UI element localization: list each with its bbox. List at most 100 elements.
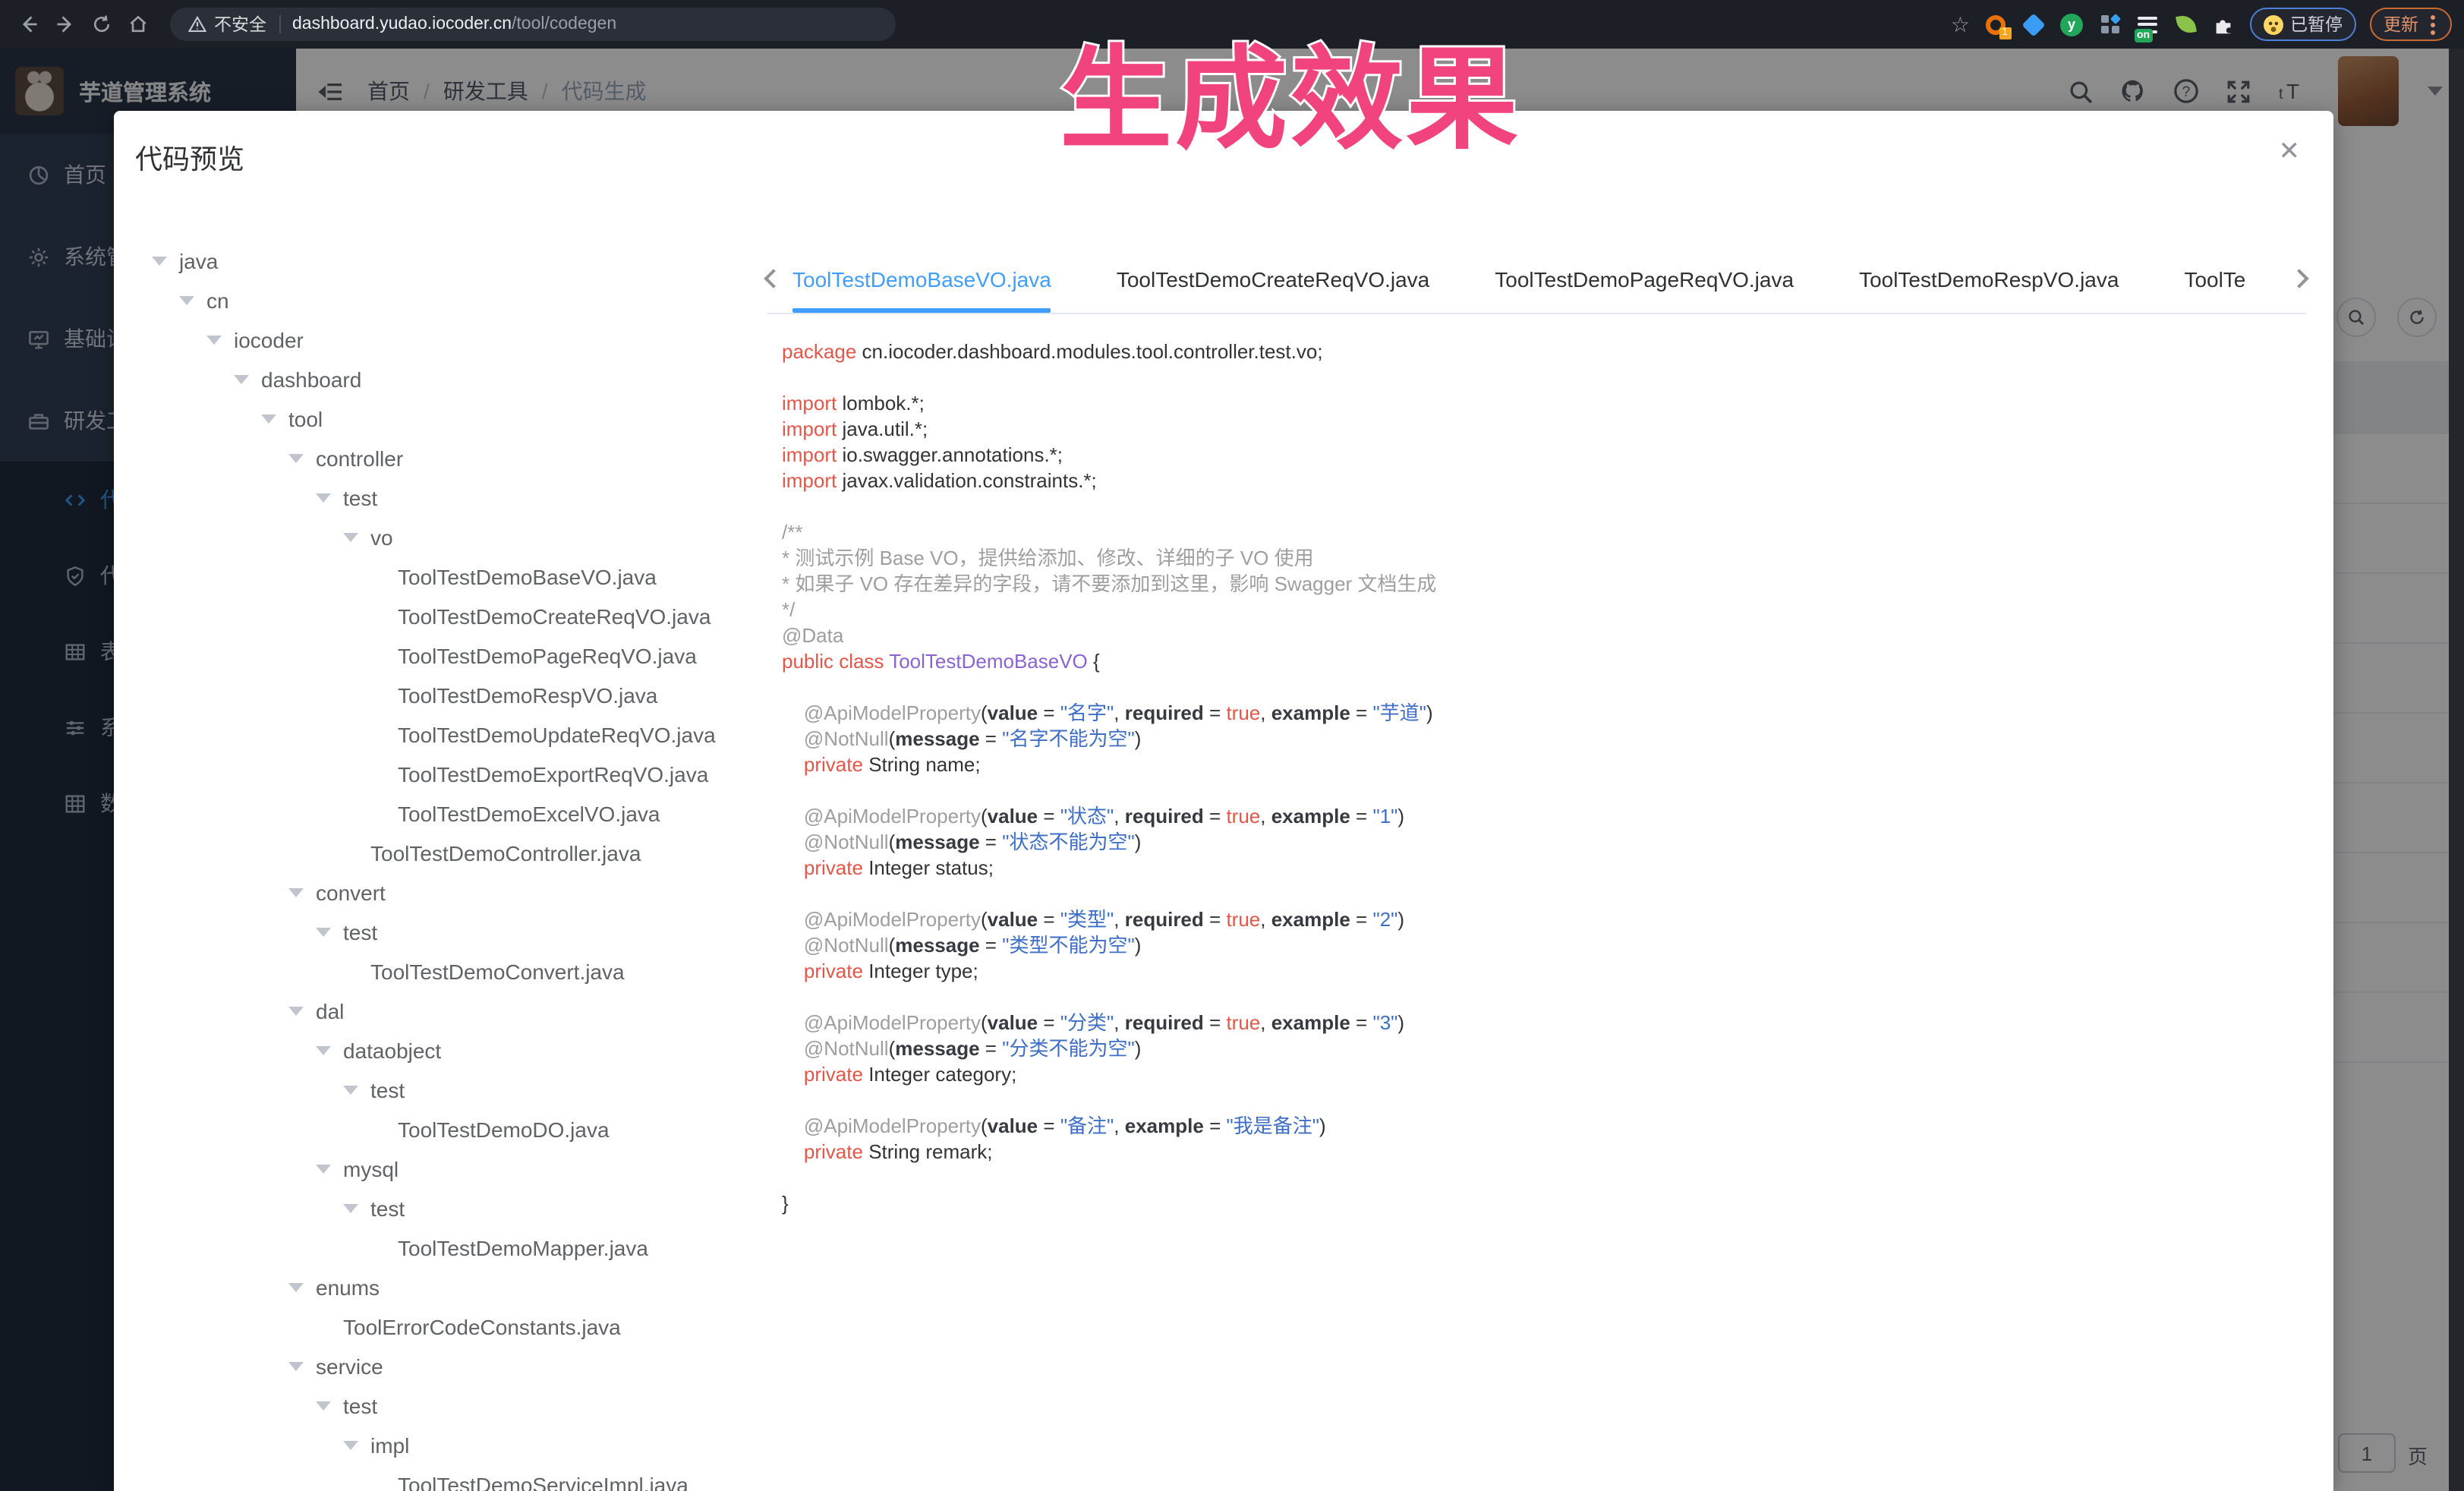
tree-file-ToolTestDemoUpdateReqVO.java[interactable]: ToolTestDemoUpdateReqVO.java: [152, 715, 744, 755]
dialog-title: 代码预览: [135, 138, 244, 178]
tree-expand-caret-icon[interactable]: [316, 1401, 331, 1411]
paused-badge[interactable]: 已暂停: [2249, 8, 2356, 41]
extension-icon-grid[interactable]: [2097, 12, 2122, 36]
tree-expand-caret-icon[interactable]: [316, 1046, 331, 1055]
tree-folder-dataobject[interactable]: dataobject: [152, 1031, 744, 1070]
extension-icon-orange[interactable]: 1: [1983, 12, 2008, 36]
tree-expand-caret-icon[interactable]: [316, 1165, 331, 1174]
extension-icon-tampermonkey[interactable]: on: [2135, 12, 2160, 36]
tab-ToolTestDemoRespVO.java[interactable]: ToolTestDemoRespVO.java: [1859, 244, 2119, 313]
tree-folder-tool[interactable]: tool: [152, 399, 744, 439]
browser-forward-button[interactable]: [49, 8, 82, 41]
dialog-close-icon[interactable]: ✕: [2279, 138, 2301, 164]
code-line: @ApiModelProperty(value = "分类", required…: [782, 1010, 2288, 1036]
tree-node-label: ToolTestDemoCreateReqVO.java: [398, 604, 711, 629]
tree-folder-test[interactable]: test: [152, 478, 744, 518]
tree-node-label: dashboard: [261, 367, 361, 392]
tab-ToolTestDemoCreateReqVO.java[interactable]: ToolTestDemoCreateReqVO.java: [1117, 244, 1429, 313]
tree-folder-test[interactable]: test: [152, 1386, 744, 1426]
tree-folder-cn[interactable]: cn: [152, 281, 744, 320]
tree-file-ToolTestDemoMapper.java[interactable]: ToolTestDemoMapper.java: [152, 1228, 744, 1268]
code-viewer[interactable]: package cn.iocoder.dashboard.modules.too…: [782, 339, 2288, 1491]
tree-expand-caret-icon[interactable]: [288, 888, 304, 897]
tree-file-ToolTestDemoRespVO.java[interactable]: ToolTestDemoRespVO.java: [152, 676, 744, 715]
tree-folder-iocoder[interactable]: iocoder: [152, 320, 744, 360]
tabs-scroll-left-icon[interactable]: [764, 269, 783, 288]
tree-expand-caret-icon[interactable]: [316, 493, 331, 503]
code-line: * 测试示例 Base VO，提供给添加、修改、详细的子 VO 使用: [782, 545, 2288, 571]
tree-expand-caret-icon[interactable]: [234, 375, 249, 384]
tree-folder-test[interactable]: test: [152, 1070, 744, 1110]
tree-file-ToolTestDemoBaseVO.java[interactable]: ToolTestDemoBaseVO.java: [152, 557, 744, 597]
tree-expand-caret-icon[interactable]: [179, 296, 194, 305]
tree-file-ToolTestDemoServiceImpl.java[interactable]: ToolTestDemoServiceImpl.java: [152, 1465, 744, 1491]
tree-file-ToolTestDemoDO.java[interactable]: ToolTestDemoDO.java: [152, 1110, 744, 1149]
url-path: /tool/codegen: [512, 15, 616, 33]
code-preview-dialog: 代码预览 ✕ javacniocoder dashboard toolcontrol…: [114, 111, 2333, 1491]
tree-folder-impl[interactable]: impl: [152, 1426, 744, 1465]
tabs-scroll-right-icon[interactable]: [2289, 269, 2308, 288]
tree-folder-controller[interactable]: controller: [152, 439, 744, 478]
tree-expand-caret-icon[interactable]: [343, 1204, 358, 1213]
tree-node-label: ToolTestDemoExportReqVO.java: [398, 762, 708, 786]
bookmark-star-icon[interactable]: ☆: [1951, 14, 1970, 35]
tree-expand-caret-icon[interactable]: [316, 928, 331, 937]
tree-folder-convert[interactable]: convert: [152, 873, 744, 913]
extension-icon-gem[interactable]: [2021, 12, 2046, 36]
browser-home-button[interactable]: [121, 8, 155, 41]
tab-ToolTe[interactable]: ToolTe: [2184, 244, 2245, 313]
tree-file-ToolTestDemoExcelVO.java[interactable]: ToolTestDemoExcelVO.java: [152, 794, 744, 834]
code-line: private Integer status;: [782, 855, 2288, 881]
tree-folder-mysql[interactable]: mysql: [152, 1149, 744, 1189]
code-line: import java.util.*;: [782, 416, 2288, 442]
tree-file-ToolTestDemoConvert.java[interactable]: ToolTestDemoConvert.java: [152, 952, 744, 991]
tree-file-ToolTestDemoExportReqVO.java[interactable]: ToolTestDemoExportReqVO.java: [152, 755, 744, 794]
tree-folder-dal[interactable]: dal: [152, 991, 744, 1031]
tree-expand-caret-icon[interactable]: [288, 1362, 304, 1371]
tree-expand-caret-icon[interactable]: [206, 336, 222, 345]
tree-expand-caret-icon[interactable]: [288, 1007, 304, 1016]
extension-icon-leaf[interactable]: [2173, 12, 2198, 36]
code-line: @NotNull(message = "名字不能为空"): [782, 726, 2288, 752]
tree-folder-test[interactable]: test: [152, 1189, 744, 1228]
tree-expand-caret-icon[interactable]: [343, 533, 358, 542]
browser-back-button[interactable]: [12, 8, 46, 41]
tree-folder-dashboard[interactable]: dashboard: [152, 360, 744, 399]
code-line: [782, 493, 2288, 519]
tree-folder-test[interactable]: test: [152, 913, 744, 952]
browser-update-button[interactable]: 更新: [2370, 8, 2452, 41]
address-bar[interactable]: 不安全 dashboard.yudao.iocoder.cn/tool/code…: [170, 8, 896, 41]
code-line: private String remark;: [782, 1139, 2288, 1165]
browser-menu-icon[interactable]: [2428, 14, 2438, 34]
screen: 不安全 dashboard.yudao.iocoder.cn/tool/code…: [0, 0, 2464, 1491]
tree-expand-caret-icon[interactable]: [288, 1283, 304, 1292]
code-line: [782, 777, 2288, 803]
tree-file-ToolErrorCodeConstants.java[interactable]: ToolErrorCodeConstants.java: [152, 1307, 744, 1347]
extension-icon-yudao[interactable]: y: [2059, 12, 2084, 36]
code-line: public class ToolTestDemoBaseVO {: [782, 648, 2288, 674]
tree-node-label: test: [370, 1196, 405, 1221]
tree-node-label: enums: [316, 1275, 380, 1300]
tree-expand-caret-icon[interactable]: [343, 1086, 358, 1095]
tree-expand-caret-icon[interactable]: [288, 454, 304, 463]
tree-file-ToolTestDemoController.java[interactable]: ToolTestDemoController.java: [152, 834, 744, 873]
code-line: @NotNull(message = "分类不能为空"): [782, 1036, 2288, 1061]
tree-folder-enums[interactable]: enums: [152, 1268, 744, 1307]
tree-expand-caret-icon[interactable]: [261, 415, 276, 424]
tree-folder-vo[interactable]: vo: [152, 518, 744, 557]
tree-folder-service[interactable]: service: [152, 1347, 744, 1386]
tab-ToolTestDemoBaseVO.java[interactable]: ToolTestDemoBaseVO.java: [792, 244, 1051, 313]
tree-folder-java[interactable]: java: [152, 241, 744, 281]
not-secure-warning-icon[interactable]: [188, 15, 206, 33]
tree-file-ToolTestDemoPageReqVO.java[interactable]: ToolTestDemoPageReqVO.java: [152, 636, 744, 676]
tree-expand-caret-icon[interactable]: [152, 257, 167, 266]
tab-ToolTestDemoPageReqVO.java[interactable]: ToolTestDemoPageReqVO.java: [1495, 244, 1794, 313]
code-line: @ApiModelProperty(value = "类型", required…: [782, 906, 2288, 932]
tree-file-ToolTestDemoCreateReqVO.java[interactable]: ToolTestDemoCreateReqVO.java: [152, 597, 744, 636]
extensions-puzzle-icon[interactable]: [2211, 12, 2236, 36]
tree-expand-caret-icon[interactable]: [343, 1441, 358, 1450]
code-line: */: [782, 597, 2288, 623]
tree-node-label: vo: [370, 525, 393, 550]
browser-scrollbar[interactable]: [2449, 49, 2464, 1491]
browser-reload-button[interactable]: [85, 8, 118, 41]
